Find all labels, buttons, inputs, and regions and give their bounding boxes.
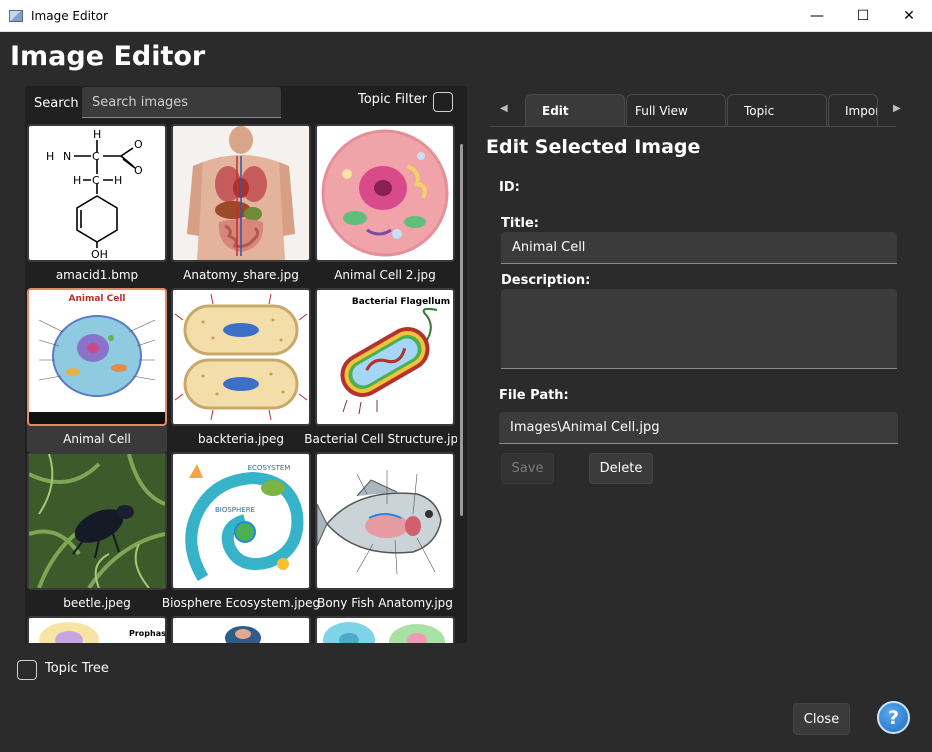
search-input[interactable] xyxy=(82,87,281,118)
tab-import[interactable]: Import xyxy=(828,94,878,126)
image-caption: Animal Cell 2.jpg xyxy=(334,268,436,282)
n-atom-label: N xyxy=(63,150,71,163)
save-button[interactable]: Save xyxy=(501,453,554,484)
topic-filter-checkbox[interactable] xyxy=(433,92,453,112)
minimize-button[interactable]: — xyxy=(794,0,840,32)
image-tile[interactable] xyxy=(315,616,455,643)
tab-divider xyxy=(490,126,896,127)
topic-tree-label: Topic Tree xyxy=(45,661,109,676)
partial-thumbnail xyxy=(171,616,311,643)
c-atom-label: C xyxy=(92,174,100,187)
description-field[interactable] xyxy=(501,289,897,369)
image-caption: Bacterial Cell Structure.jpg xyxy=(304,432,457,446)
animal-cell-2-thumbnail xyxy=(315,124,455,262)
animal-cell-oval-icon xyxy=(317,126,453,260)
maximize-button[interactable]: ☐ xyxy=(840,0,886,32)
image-caption: Biosphere Ecosystem.jpeg xyxy=(161,596,321,610)
image-grid[interactable]: H H N C O O H C H OH amacid1.bmp Anatomy… xyxy=(27,124,457,643)
file-path-field[interactable]: Images\Animal Cell.jpg xyxy=(499,412,898,444)
oh-group-label: OH xyxy=(91,248,108,260)
image-browser-panel: Search Topic Filter xyxy=(25,86,467,643)
h-atom-label: H xyxy=(46,150,54,163)
partial-cells-thumbnail xyxy=(315,616,455,643)
bacterial-cell-thumbnail: Bacterial Flagellum xyxy=(315,288,455,426)
topic-filter-label: Topic Filter xyxy=(358,92,428,107)
editor-main: Image Editor Search Topic Filter xyxy=(1,33,931,751)
o-atom-label: O xyxy=(134,164,143,177)
page-title: Image Editor xyxy=(10,41,206,72)
animal-cell-thumbnail: Animal Cell xyxy=(27,288,167,426)
tab-edit[interactable]: Edit xyxy=(525,94,625,126)
tab-full-view[interactable]: Full View xyxy=(626,94,726,126)
h-atom-label: H xyxy=(114,174,122,187)
id-label: ID: xyxy=(499,180,520,195)
human-anatomy-icon xyxy=(173,126,309,260)
image-tile[interactable]: Bony Fish Anatomy.jpg xyxy=(315,452,455,616)
fish-anatomy-thumbnail xyxy=(315,452,455,590)
close-button[interactable]: Close xyxy=(793,703,850,735)
animal-cell-heading: Animal Cell xyxy=(68,294,125,304)
image-caption: amacid1.bmp xyxy=(55,268,139,282)
tab-scroll-left-icon[interactable]: ◀ xyxy=(500,103,508,114)
image-tile[interactable]: backteria.jpeg xyxy=(171,288,311,452)
image-caption: Anatomy_share.jpg xyxy=(183,268,299,282)
prophase-heading: Prophase xyxy=(129,629,165,638)
description-label: Description: xyxy=(501,273,591,288)
partial-cells-icon xyxy=(317,618,453,643)
image-tile[interactable]: Anatomy_share.jpg xyxy=(171,124,311,288)
beetle-photo-icon xyxy=(29,454,165,588)
window-controls: — ☐ ✕ xyxy=(794,0,932,32)
beetle-thumbnail xyxy=(27,452,167,590)
animal-cell-diagram-icon: Animal Cell xyxy=(29,290,165,424)
prophase-partial-icon: Prophase xyxy=(29,618,165,643)
h-atom-label: H xyxy=(93,128,101,141)
flagellum-heading: Bacterial Flagellum xyxy=(352,297,450,307)
close-window-button[interactable]: ✕ xyxy=(886,0,932,32)
image-tile[interactable] xyxy=(171,616,311,643)
image-caption: backteria.jpeg xyxy=(198,432,284,446)
title-field[interactable]: Animal Cell xyxy=(501,232,897,264)
title-label: Title: xyxy=(501,216,540,231)
image-tile[interactable]: Bacterial Flagellum Bacterial Cell Struc… xyxy=(304,288,457,452)
edit-section-title: Edit Selected Image xyxy=(486,136,701,158)
image-tile[interactable]: ECOSYSTEM BIOSPHERE Biosphere Ecosystem.… xyxy=(161,452,321,616)
image-grid-scrollbar[interactable] xyxy=(460,144,463,516)
h-atom-label: H xyxy=(73,174,81,187)
image-tile[interactable]: H H N C O O H C H OH amacid1.bmp xyxy=(27,124,167,288)
topic-tree-checkbox[interactable] xyxy=(17,660,37,680)
image-tile[interactable]: Prophase xyxy=(27,616,167,643)
app-window-icon xyxy=(9,9,23,22)
delete-button[interactable]: Delete xyxy=(589,453,653,484)
image-caption: beetle.jpeg xyxy=(63,596,131,610)
window-title: Image Editor xyxy=(31,8,108,23)
search-label: Search xyxy=(34,96,79,111)
partial-image-icon xyxy=(173,618,309,643)
anatomy-thumbnail xyxy=(171,124,311,262)
image-caption: Bony Fish Anatomy.jpg xyxy=(317,596,453,610)
prophase-thumbnail: Prophase xyxy=(27,616,167,643)
help-icon[interactable]: ? xyxy=(877,701,910,734)
bacterial-flagellum-icon: Bacterial Flagellum xyxy=(317,290,453,424)
amino-acid-thumbnail: H H N C O O H C H OH xyxy=(27,124,167,262)
o-atom-label: O xyxy=(134,138,143,151)
tab-strip: ◀ Edit Full View Topic Import ▶ xyxy=(490,93,910,127)
c-atom-label: C xyxy=(92,150,100,163)
bacteria-thumbnail xyxy=(171,288,311,426)
ecosystem-heading: ECOSYSTEM xyxy=(248,464,291,472)
file-path-label: File Path: xyxy=(499,388,569,403)
window-titlebar[interactable]: Image Editor — ☐ ✕ xyxy=(0,0,932,32)
image-caption: Animal Cell xyxy=(27,426,167,452)
image-tile-selected[interactable]: Animal Cell Animal Cell xyxy=(27,288,167,452)
biosphere-heading: BIOSPHERE xyxy=(215,506,255,514)
tab-scroll-right-icon[interactable]: ▶ xyxy=(893,103,901,114)
biosphere-thumbnail: ECOSYSTEM BIOSPHERE xyxy=(171,452,311,590)
biosphere-spiral-icon: ECOSYSTEM BIOSPHERE xyxy=(173,454,309,588)
tab-topic[interactable]: Topic xyxy=(727,94,827,126)
image-tile[interactable]: Animal Cell 2.jpg xyxy=(315,124,455,288)
amino-acid-structure-icon: H H N C O O H C H OH xyxy=(46,128,143,260)
image-tile[interactable]: beetle.jpeg xyxy=(27,452,167,616)
bacteria-division-icon xyxy=(173,290,309,424)
fish-anatomy-icon xyxy=(317,454,453,588)
